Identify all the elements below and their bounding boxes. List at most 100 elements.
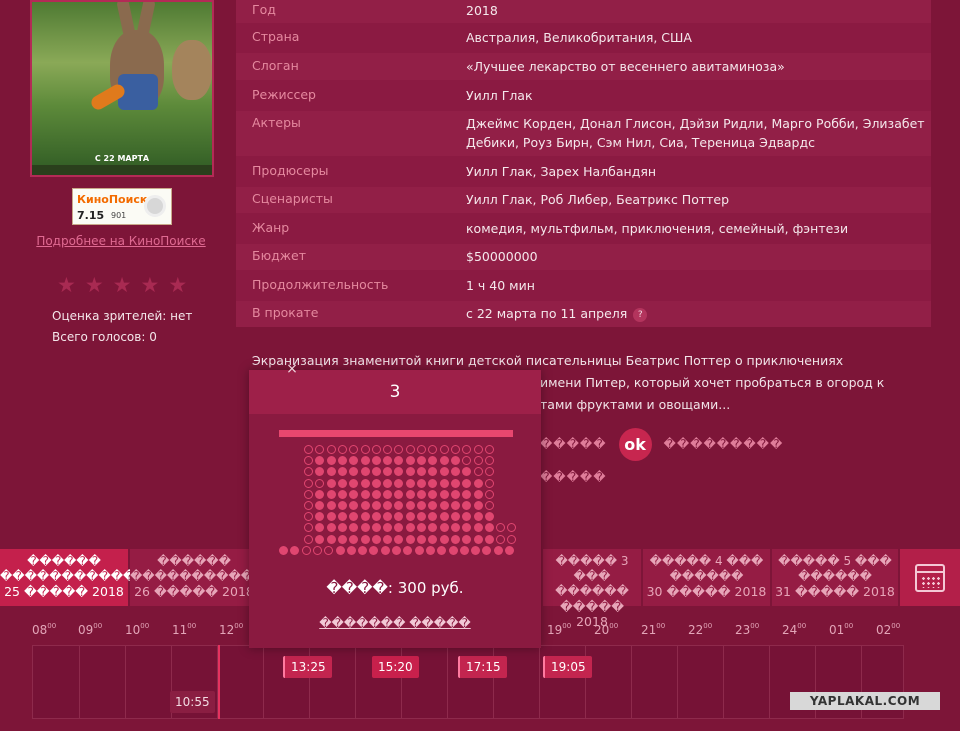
seat[interactable] — [439, 501, 449, 510]
seat[interactable] — [428, 445, 438, 454]
seat[interactable] — [405, 445, 415, 454]
seat[interactable] — [383, 445, 393, 454]
seat[interactable] — [304, 501, 313, 510]
seat[interactable] — [448, 545, 458, 555]
seat[interactable] — [371, 445, 381, 454]
seat[interactable] — [417, 445, 426, 454]
star-icon[interactable]: ★ — [140, 275, 159, 296]
seat[interactable] — [428, 467, 438, 477]
date-tab-5[interactable]: ����� 5 ��� ������ 31 ����� 2018 — [772, 549, 898, 606]
seat[interactable] — [349, 478, 359, 488]
seat[interactable] — [405, 523, 415, 533]
seat[interactable] — [450, 456, 460, 466]
seat[interactable] — [428, 523, 438, 533]
seat[interactable] — [315, 523, 325, 533]
seat[interactable] — [335, 545, 345, 555]
seat[interactable] — [337, 523, 347, 533]
seat[interactable] — [394, 512, 404, 522]
seat[interactable] — [462, 501, 472, 510]
seat[interactable] — [383, 523, 393, 533]
seat[interactable] — [450, 445, 460, 454]
seat[interactable] — [371, 534, 381, 544]
movie-poster[interactable]: С 22 МАРТА — [30, 0, 214, 177]
seat[interactable] — [326, 445, 336, 454]
seat[interactable] — [304, 534, 313, 544]
seat[interactable] — [417, 489, 426, 499]
seat[interactable] — [349, 456, 359, 466]
seat[interactable] — [337, 467, 347, 477]
seat[interactable] — [301, 545, 311, 555]
seat[interactable] — [473, 456, 483, 466]
buy-ticket-link[interactable]: ������� ����� — [249, 616, 541, 630]
seat[interactable] — [484, 456, 494, 466]
seat[interactable] — [417, 534, 426, 544]
seat[interactable] — [462, 512, 472, 522]
seat[interactable] — [394, 534, 404, 544]
seat[interactable] — [380, 545, 390, 555]
seat[interactable] — [304, 478, 313, 488]
seat[interactable] — [462, 456, 472, 466]
seat[interactable] — [484, 467, 494, 477]
seat[interactable] — [371, 456, 381, 466]
seat[interactable] — [403, 545, 413, 555]
seat[interactable] — [417, 501, 426, 510]
seat[interactable] — [428, 512, 438, 522]
seat[interactable] — [437, 545, 447, 555]
seat[interactable] — [394, 478, 404, 488]
seat[interactable] — [312, 545, 322, 555]
date-tab-1[interactable]: ������ ����������� 25 ����� 2018 — [0, 549, 135, 606]
seat[interactable] — [383, 467, 393, 477]
seat[interactable] — [360, 512, 370, 522]
seat[interactable] — [462, 489, 472, 499]
seat[interactable] — [450, 478, 460, 488]
seat[interactable] — [315, 501, 325, 510]
seat[interactable] — [315, 445, 325, 454]
session-chip[interactable]: 19:05 — [543, 656, 592, 678]
seat[interactable] — [383, 512, 393, 522]
seat[interactable] — [337, 445, 347, 454]
seat[interactable] — [304, 512, 313, 522]
seat[interactable] — [394, 523, 404, 533]
seat[interactable] — [484, 445, 494, 454]
seat[interactable] — [496, 523, 506, 533]
seat[interactable] — [369, 545, 379, 555]
seat[interactable] — [428, 534, 438, 544]
seat[interactable] — [450, 489, 460, 499]
seat[interactable] — [505, 545, 514, 555]
seat[interactable] — [315, 534, 325, 544]
seat[interactable] — [450, 512, 460, 522]
seat[interactable] — [439, 489, 449, 499]
seat[interactable] — [326, 456, 336, 466]
seat[interactable] — [417, 512, 426, 522]
seat[interactable] — [405, 467, 415, 477]
seat[interactable] — [473, 489, 483, 499]
seat[interactable] — [484, 512, 494, 522]
seat[interactable] — [392, 545, 401, 555]
kinopoisk-link[interactable]: Подробнее на КиноПоиске — [0, 234, 242, 248]
seat[interactable] — [383, 489, 393, 499]
seat[interactable] — [349, 445, 359, 454]
seat[interactable] — [360, 478, 370, 488]
seat[interactable] — [496, 534, 506, 544]
seat[interactable] — [425, 545, 435, 555]
seat[interactable] — [383, 456, 393, 466]
seat[interactable] — [462, 478, 472, 488]
seat[interactable] — [439, 512, 449, 522]
seat[interactable] — [462, 467, 472, 477]
share-text-right[interactable]: ��������� — [664, 437, 784, 451]
calendar-button[interactable] — [900, 549, 960, 606]
seat[interactable] — [462, 534, 472, 544]
seat[interactable] — [337, 501, 347, 510]
star-icon[interactable]: ★ — [168, 275, 187, 296]
seat[interactable] — [439, 467, 449, 477]
seat[interactable] — [360, 445, 370, 454]
seat[interactable] — [484, 489, 494, 499]
seat[interactable] — [394, 445, 404, 454]
seat[interactable] — [428, 489, 438, 499]
seat[interactable] — [304, 456, 313, 466]
seat[interactable] — [439, 478, 449, 488]
seat[interactable] — [484, 478, 494, 488]
seat[interactable] — [371, 501, 381, 510]
seat[interactable] — [394, 467, 404, 477]
session-chip[interactable]: 13:25 — [283, 656, 332, 678]
